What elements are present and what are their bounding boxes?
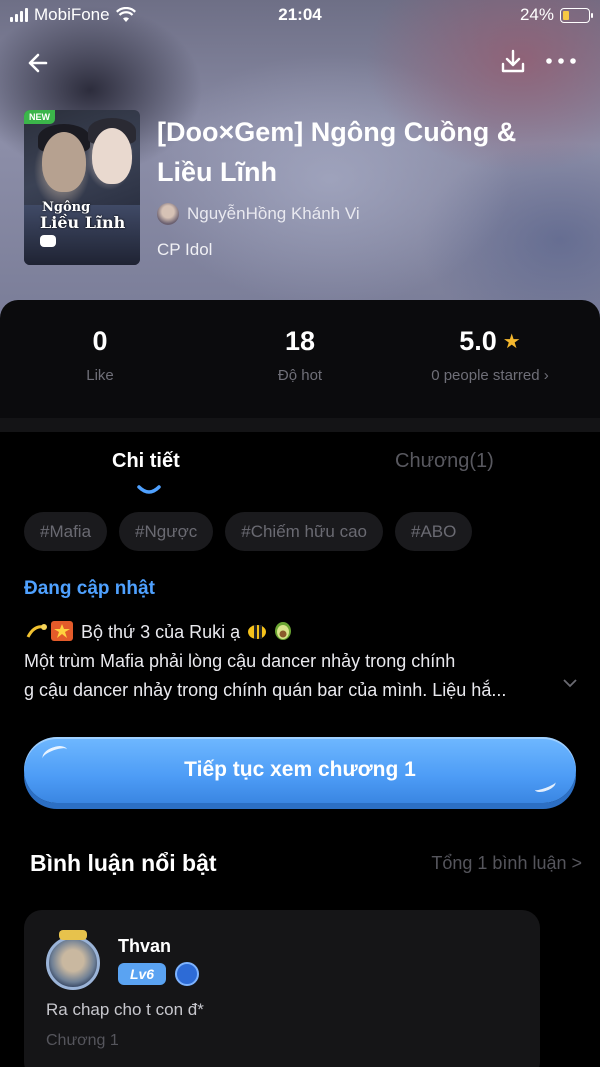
tag-chip[interactable]: #Chiếm hữu cao <box>225 512 383 551</box>
update-status: Đang cập nhật <box>24 578 155 599</box>
bee-emoji-icon <box>248 625 267 639</box>
tag-chip[interactable]: #Mafia <box>24 512 108 551</box>
section-divider <box>0 418 600 432</box>
like-label: Like <box>86 367 114 384</box>
tag-list: #Mafia #Ngược #Chiếm hữu cao #ABO <box>24 512 473 551</box>
author-name: NguyễnHồng Khánh Vi <box>187 204 360 223</box>
commenter-name[interactable]: Thvan <box>118 936 171 957</box>
avatar-frame-badge <box>59 930 87 940</box>
top-nav <box>0 40 600 84</box>
rating-value: 5.0 <box>459 326 497 356</box>
comments-heading: Bình luận nổi bật <box>30 850 217 876</box>
comment-card[interactable]: Thvan Lv6 Ra chap cho t con đ* Chương 1 <box>24 910 540 1067</box>
tab-bar: Chi tiết Chương(1) <box>0 450 600 494</box>
description-line2: Một trùm Mafia phải lòng cậu dancer nhảy… <box>24 651 456 671</box>
arrow-left-icon[interactable] <box>22 46 56 80</box>
collision-emoji-icon <box>51 621 73 641</box>
rating-stat[interactable]: 5.0 ★ 0 people starred › <box>390 326 590 384</box>
dizzy-emoji-icon <box>26 624 47 638</box>
rating-label: 0 people starred <box>431 367 540 384</box>
download-icon[interactable] <box>498 46 528 76</box>
tab-details[interactable]: Chi tiết <box>112 450 180 473</box>
tag-chip[interactable]: #Ngược <box>119 512 214 551</box>
description-line1: Bộ thứ 3 của Ruki ạ <box>81 622 241 642</box>
level-badge: Lv6 <box>118 963 166 985</box>
story-description[interactable]: Bộ thứ 3 của Ruki ạ Một trùm Mafia phải … <box>24 618 584 705</box>
new-badge: NEW <box>24 110 55 124</box>
comments-total-link[interactable]: Tổng 1 bình luận > <box>431 853 582 874</box>
commenter-avatar[interactable] <box>46 936 100 990</box>
like-stat[interactable]: 0 Like <box>0 326 200 384</box>
clock: 21:04 <box>278 5 322 24</box>
tag-chip[interactable]: #ABO <box>394 512 473 551</box>
hot-count: 18 <box>284 326 316 356</box>
battery-icon <box>560 7 593 23</box>
continue-reading-label: Tiếp tục xem chương 1 <box>184 758 416 781</box>
comment-chapter: Chương 1 <box>46 1032 119 1049</box>
more-dots-icon[interactable] <box>544 46 578 76</box>
tab-indicator <box>137 485 161 494</box>
detail-content: Chi tiết Chương(1) #Mafia #Ngược #Chiếm … <box>0 432 600 1067</box>
author-avatar <box>157 203 179 225</box>
star-icon: ★ <box>502 331 521 353</box>
battery-percent: 24% <box>519 5 554 24</box>
chevron-right-icon: › <box>543 367 549 384</box>
stats-panel: 0 Like 18 Độ hot 5.0 ★ 0 people starred › <box>0 300 600 418</box>
like-count: 0 <box>92 326 108 356</box>
status-bar: MobiFone 21:04 24% <box>0 0 600 30</box>
hot-stat: 18 Độ hot <box>200 326 400 384</box>
chat-bubble-icon <box>40 235 56 247</box>
story-cover[interactable]: NEW Ngông Liều Lĩnh <box>24 110 140 265</box>
story-title: [Doo×Gem] Ngông Cuồng & Liều Lĩnh <box>157 117 517 187</box>
battery-group: 24% <box>519 5 593 25</box>
chevron-down-icon[interactable] <box>562 677 578 689</box>
hot-label: Độ hot <box>277 367 323 384</box>
description-line3: g cậu dancer nhảy trong chính quán bar c… <box>24 680 507 700</box>
comment-text: Ra chap cho t con đ* <box>46 1000 204 1019</box>
avocado-emoji-icon <box>275 622 292 640</box>
story-genre: CP Idol <box>157 240 213 259</box>
tab-chapters[interactable]: Chương(1) <box>395 450 494 473</box>
author-row[interactable]: NguyễnHồng Khánh Vi <box>157 203 360 225</box>
cover-title-line2: Liều Lĩnh <box>40 213 126 232</box>
continue-reading-button[interactable]: Tiếp tục xem chương 1 <box>24 737 576 803</box>
vip-badge-icon <box>175 962 199 986</box>
